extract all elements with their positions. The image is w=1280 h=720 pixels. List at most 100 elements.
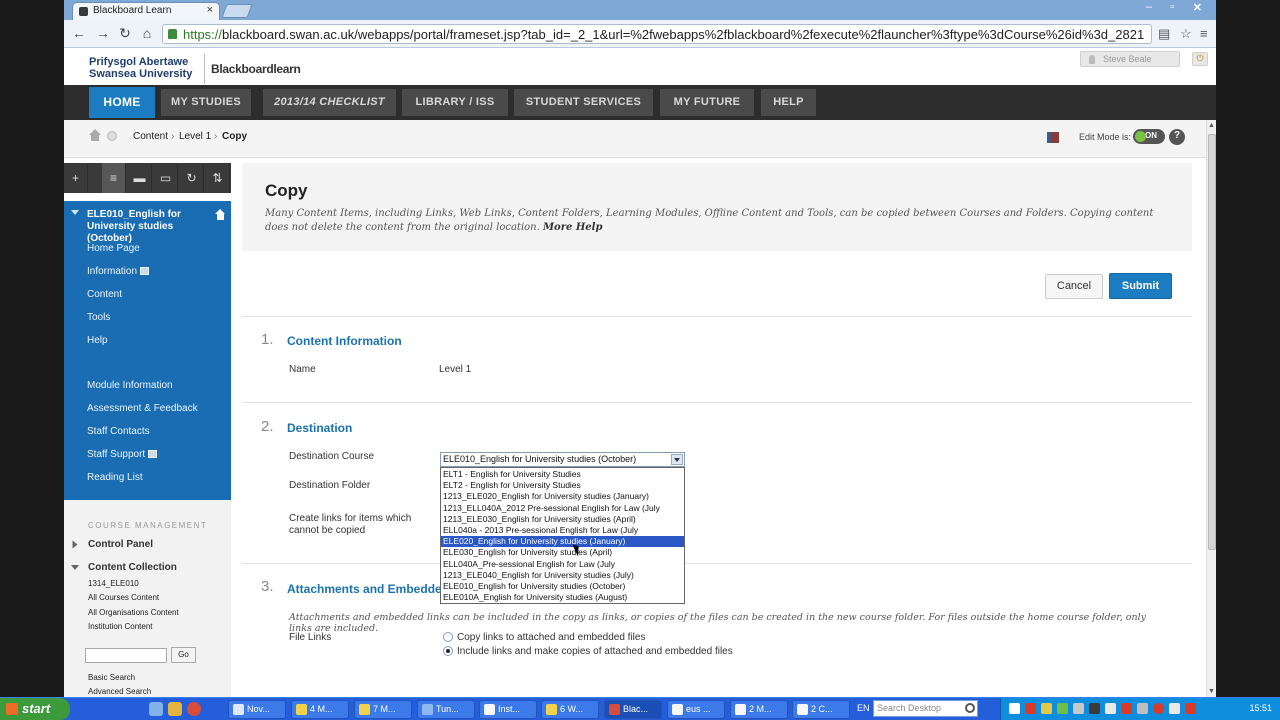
sidebar-item-assessment-feedback[interactable]: Assessment & Feedback	[87, 403, 198, 414]
sidebar-item-staff-support[interactable]: Staff Support	[87, 449, 158, 460]
tray-app-icon[interactable]	[1057, 703, 1068, 714]
start-button[interactable]: start	[0, 698, 70, 720]
cancel-button[interactable]: Cancel	[1045, 274, 1103, 299]
search-go-button[interactable]: Go	[171, 647, 196, 663]
sidebar-item-staff-contacts[interactable]: Staff Contacts	[87, 426, 150, 437]
desktop-search-input[interactable]: Search Desktop	[873, 700, 978, 717]
radio-include-copies[interactable]: Include links and make copies of attache…	[443, 646, 733, 657]
content-search-input[interactable]	[85, 648, 167, 663]
forward-arrow-icon[interactable]: →	[94, 25, 112, 41]
language-indicator[interactable]: EN	[857, 703, 870, 713]
destination-course-select[interactable]: ELE010_English for University studies (O…	[440, 452, 685, 467]
dropdown-option[interactable]: ELE020_English for University studies (J…	[441, 536, 684, 548]
tab-checklist[interactable]: 2013/14 CHECKLIST	[263, 89, 396, 116]
more-help-link[interactable]: More Help	[543, 222, 602, 233]
address-bar[interactable]: https://blackboard.swan.ac.uk/webapps/po…	[162, 24, 1152, 44]
dropdown-option[interactable]: ELE010_English for University studies (O…	[441, 581, 684, 592]
radio-copy-links[interactable]: Copy links to attached and embedded file…	[443, 632, 645, 643]
cc-link-all-organisations[interactable]: All Organisations Content	[88, 608, 179, 617]
taskbar-task-button[interactable]: 4 M...	[291, 700, 349, 719]
taskbar-task-button[interactable]: 6 W...	[541, 700, 599, 719]
sidebar-item-help[interactable]: Help	[87, 335, 108, 346]
dropdown-option[interactable]: ELT2 - English for University Studies	[441, 480, 684, 491]
dropdown-option[interactable]: ELL040a - 2013 Pre-sessional English for…	[441, 525, 684, 536]
tray-app-icon[interactable]	[1089, 703, 1100, 714]
tray-app-icon[interactable]	[1137, 703, 1148, 714]
sidebar-item-tools[interactable]: Tools	[87, 312, 110, 323]
taskbar-task-button[interactable]: Tun...	[417, 700, 475, 719]
course-home-icon[interactable]	[215, 209, 226, 220]
reorder-icon[interactable]: ⇅	[206, 163, 230, 193]
tray-app-icon[interactable]	[1153, 703, 1164, 714]
cc-link-institution[interactable]: Institution Content	[88, 622, 152, 631]
tab-my-studies[interactable]: MY STUDIES	[161, 89, 251, 116]
collapse-caret-icon[interactable]	[71, 210, 79, 215]
dropdown-option[interactable]: ELE030_English for University studies (A…	[441, 547, 684, 558]
tray-app-icon[interactable]	[1041, 703, 1052, 714]
dropdown-option[interactable]: 1213_ELE030_English for University studi…	[441, 514, 684, 525]
tray-app-icon[interactable]	[1025, 703, 1036, 714]
home-icon[interactable]: ⌂	[138, 25, 156, 41]
page-scrollbar[interactable]: ▲ ▼	[1206, 120, 1216, 697]
logout-icon[interactable]: ⏻	[1192, 52, 1208, 66]
dropdown-option[interactable]: ELT1 - English for University Studies	[441, 469, 684, 480]
cc-link-all-courses[interactable]: All Courses Content	[88, 593, 159, 602]
breadcrumb-home-icon[interactable]	[89, 129, 101, 141]
tray-network-icon[interactable]	[1009, 703, 1020, 714]
new-window-icon[interactable]: ▭	[154, 163, 178, 193]
course-menu-view-icon[interactable]: ≡	[102, 163, 126, 193]
back-arrow-icon[interactable]: ←	[70, 25, 88, 41]
contextual-menu-icon[interactable]	[140, 267, 150, 275]
dropdown-option[interactable]: ELL040A_Pre-sessional English for Law (J…	[441, 559, 684, 570]
taskbar-task-button[interactable]: 2 C...	[792, 700, 850, 719]
sidebar-item-home-page[interactable]: Home Page	[87, 243, 140, 254]
basic-search-link[interactable]: Basic Search	[88, 673, 135, 682]
tab-library-iss[interactable]: LIBRARY / ISS	[402, 89, 508, 116]
browser-tab[interactable]: Blackboard Learn ×	[72, 2, 220, 20]
dropdown-option[interactable]: ELE010A_English for University studies (…	[441, 592, 684, 603]
tab-my-future[interactable]: MY FUTURE	[660, 89, 754, 116]
taskbar-task-button[interactable]: Nov...	[228, 700, 286, 719]
add-menu-item-icon[interactable]: +	[64, 163, 88, 193]
tray-volume-icon[interactable]	[1105, 703, 1116, 714]
dropdown-option[interactable]: 1213_ELE040_English for University studi…	[441, 570, 684, 581]
search-icon[interactable]	[965, 703, 975, 713]
breadcrumb-content[interactable]: Content	[133, 131, 168, 142]
breadcrumb-level-1[interactable]: Level 1	[179, 131, 211, 142]
tray-app-icon[interactable]	[1185, 703, 1196, 714]
advanced-search-link[interactable]: Advanced Search	[88, 687, 151, 696]
dropdown-option[interactable]: 1213_ELE020_English for University studi…	[441, 491, 684, 502]
tab-help[interactable]: HELP	[761, 89, 816, 116]
tab-home[interactable]: HOME	[89, 87, 155, 118]
destination-course-options[interactable]: ELT1 - English for University Studies ELT…	[440, 467, 685, 604]
scroll-up-icon[interactable]: ▲	[1208, 122, 1215, 129]
chevron-down-icon[interactable]	[671, 454, 683, 465]
taskbar-task-button[interactable]: Inst...	[479, 700, 537, 719]
user-menu[interactable]: Steve Beale	[1080, 51, 1180, 67]
submit-button[interactable]: Submit	[1109, 273, 1172, 299]
edit-mode-toggle[interactable]: ON	[1133, 129, 1165, 144]
help-icon[interactable]: ?	[1169, 129, 1185, 145]
tab-student-services[interactable]: STUDENT SERVICES	[514, 89, 653, 116]
content-collection-toggle[interactable]: Content Collection	[64, 562, 231, 573]
university-logo[interactable]: Prifysgol Abertawe Swansea University	[89, 56, 192, 80]
control-panel-toggle[interactable]: Control Panel	[64, 539, 231, 550]
tray-app-icon[interactable]	[1121, 703, 1132, 714]
tray-app-icon[interactable]	[1169, 703, 1180, 714]
bookmark-star-icon[interactable]: ☆	[1180, 26, 1192, 42]
window-maximize-button[interactable]: ▫	[1170, 1, 1174, 13]
tab-close-icon[interactable]: ×	[207, 4, 213, 16]
refresh-icon[interactable]: ↻	[180, 163, 204, 193]
sidebar-item-content[interactable]: Content	[87, 289, 122, 300]
quicklaunch-ie-icon[interactable]	[168, 702, 182, 716]
dropdown-option[interactable]: 1213_ELL040A_2012 Pre-sessional English …	[441, 503, 684, 514]
scroll-down-icon[interactable]: ▼	[1208, 688, 1215, 695]
taskbar-task-button[interactable]: 7 M...	[354, 700, 412, 719]
quicklaunch-chrome-icon[interactable]	[187, 702, 201, 716]
taskbar-task-button[interactable]: eus ...	[667, 700, 725, 719]
breadcrumb-menu-icon[interactable]	[107, 131, 117, 141]
taskbar-task-button[interactable]: Blac...	[604, 700, 662, 719]
taskbar-task-button[interactable]: 2 M...	[730, 700, 788, 719]
new-tab-button[interactable]	[221, 4, 253, 18]
window-minimize-button[interactable]: –	[1146, 1, 1152, 13]
